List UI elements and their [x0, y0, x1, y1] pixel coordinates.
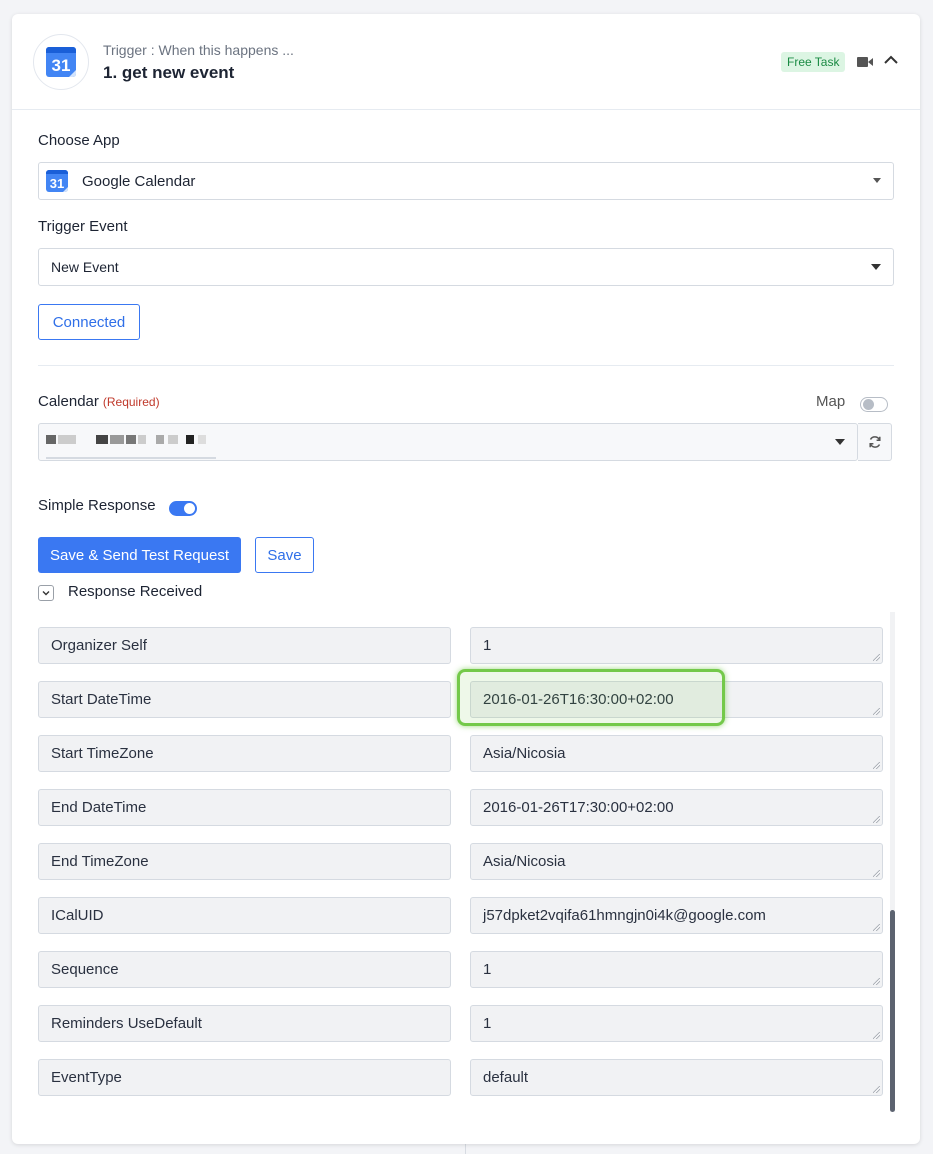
- map-label: Map: [816, 393, 846, 410]
- trigger-title: 1. get new event: [103, 63, 235, 82]
- chevron-down-icon: [835, 439, 845, 445]
- app-logo: 31: [33, 34, 89, 90]
- refresh-icon: [868, 436, 881, 448]
- choose-app-value: Google Calendar: [82, 172, 196, 190]
- trigger-event-select[interactable]: New Event: [38, 248, 894, 286]
- response-field-key: End TimeZone: [38, 843, 451, 880]
- trigger-event-value: New Event: [51, 259, 119, 275]
- response-field-key: Sequence: [38, 951, 451, 988]
- trigger-card: 31 Trigger : When this happens ... 1. ge…: [12, 14, 920, 1144]
- save-button[interactable]: Save: [255, 537, 314, 573]
- calendar-label: Calendar (Required): [38, 393, 160, 410]
- response-field-value[interactable]: default: [470, 1059, 883, 1096]
- response-field-value[interactable]: Asia/Nicosia: [470, 843, 883, 880]
- simple-response-toggle[interactable]: [169, 501, 197, 516]
- required-marker: (Required): [102, 395, 160, 409]
- map-toggle[interactable]: [860, 397, 888, 412]
- refresh-button[interactable]: [858, 423, 892, 461]
- response-field-key: End DateTime: [38, 789, 451, 826]
- response-field-value[interactable]: 1: [470, 951, 883, 988]
- response-field-value[interactable]: 1: [470, 1005, 883, 1042]
- video-icon[interactable]: [857, 56, 873, 68]
- response-field-value[interactable]: 2016-01-26T17:30:00+02:00: [470, 789, 883, 826]
- trigger-event-label: Trigger Event: [38, 218, 128, 235]
- response-field-key: Reminders UseDefault: [38, 1005, 451, 1042]
- chevron-down-icon: [871, 264, 881, 270]
- trigger-subtitle: Trigger : When this happens ...: [103, 42, 294, 58]
- section-divider: [38, 365, 894, 366]
- connected-button[interactable]: Connected: [38, 304, 140, 340]
- chevron-up-icon[interactable]: [883, 52, 899, 68]
- chevron-down-icon: [42, 591, 50, 596]
- start-datetime-highlight: [457, 669, 725, 726]
- response-scrollbar[interactable]: [890, 910, 895, 1112]
- response-field-value[interactable]: 1: [470, 627, 883, 664]
- response-field-key: Organizer Self: [38, 627, 451, 664]
- response-field-key: Start DateTime: [38, 681, 451, 718]
- redacted-value: [46, 435, 56, 444]
- bottom-divider: [465, 1144, 466, 1154]
- response-expand-toggle[interactable]: [38, 585, 54, 601]
- free-task-badge: Free Task: [781, 52, 846, 72]
- response-field-key: ICalUID: [38, 897, 451, 934]
- response-received-label: Response Received: [68, 583, 203, 600]
- response-field-value[interactable]: j57dpket2vqifa61hmngjn0i4k@google.com: [470, 897, 883, 934]
- redacted-underline: [46, 457, 216, 459]
- response-field-key: EventType: [38, 1059, 451, 1096]
- chevron-down-icon: [873, 178, 881, 183]
- response-field-value[interactable]: Asia/Nicosia: [470, 735, 883, 772]
- save-send-test-button[interactable]: Save & Send Test Request: [38, 537, 241, 573]
- response-field-key: Start TimeZone: [38, 735, 451, 772]
- simple-response-label: Simple Response: [38, 497, 156, 514]
- choose-app-select[interactable]: 31 Google Calendar: [38, 162, 894, 200]
- choose-app-label: Choose App: [38, 132, 120, 149]
- google-calendar-icon: 31: [46, 47, 76, 77]
- google-calendar-small-icon: 31: [46, 170, 68, 192]
- trigger-header[interactable]: 31 Trigger : When this happens ... 1. ge…: [12, 14, 920, 110]
